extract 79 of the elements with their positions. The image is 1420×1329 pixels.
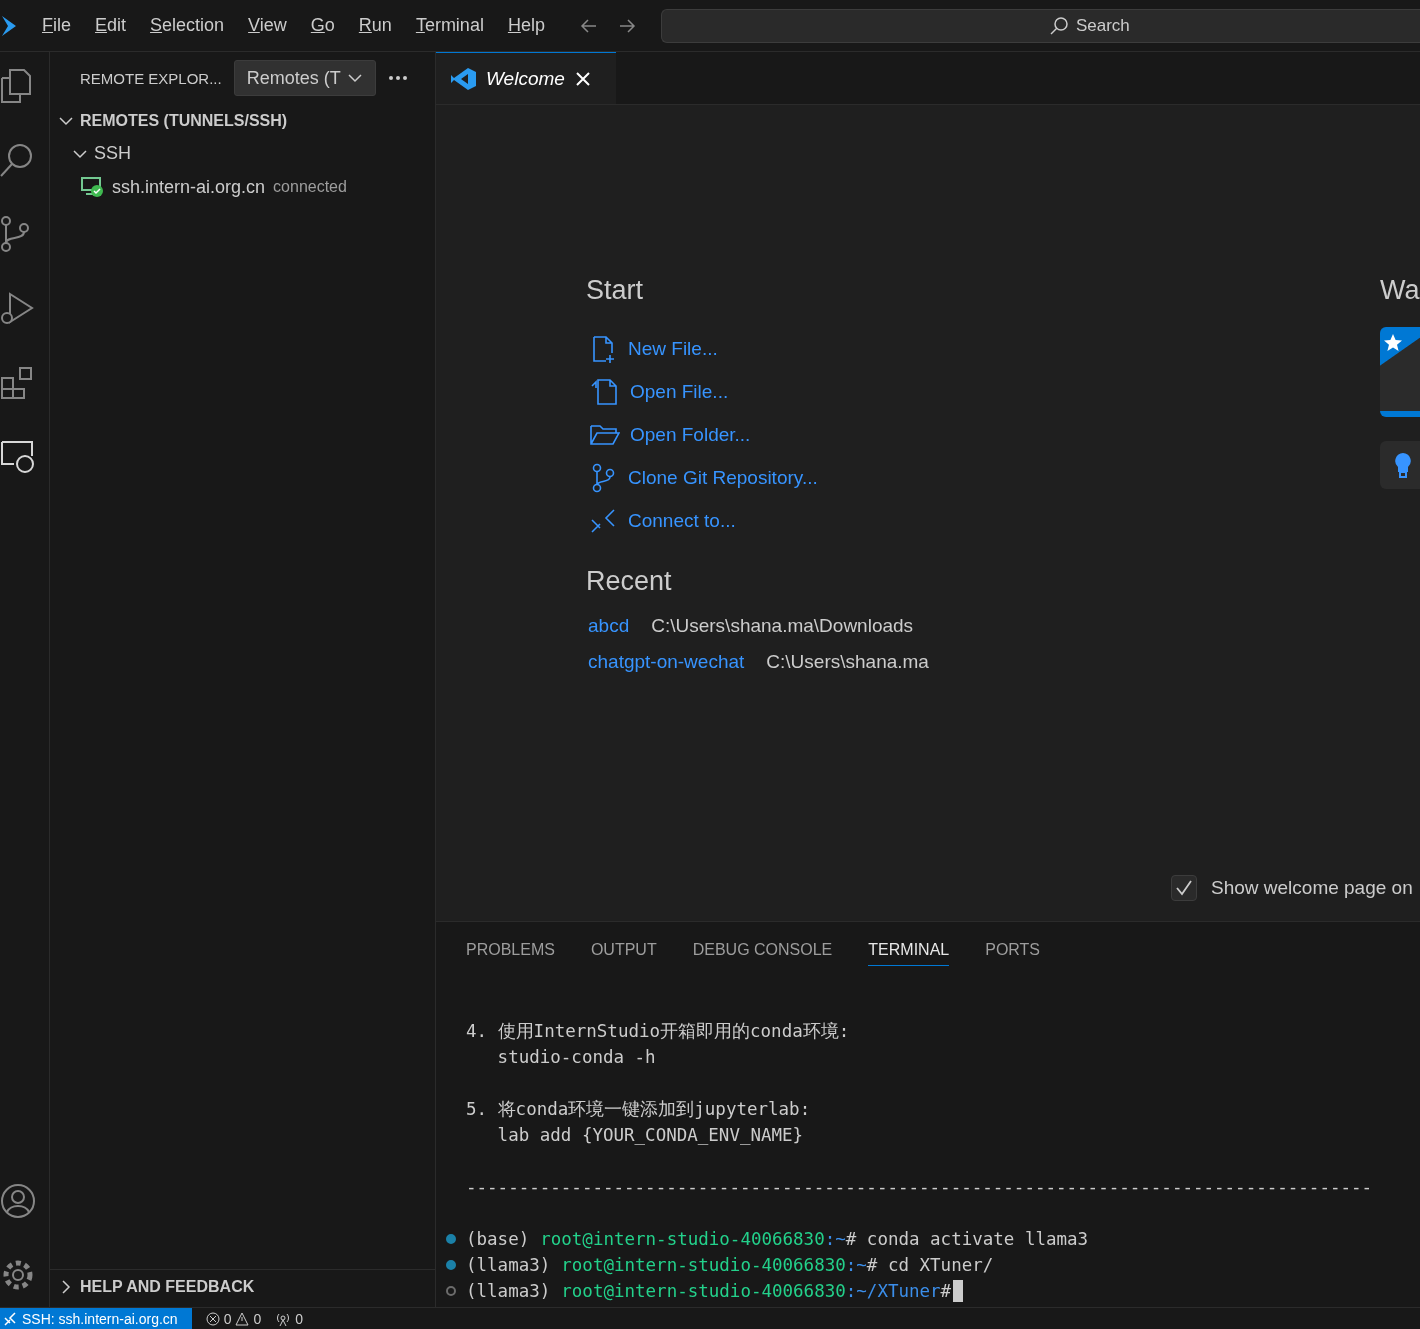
conda-env: (base) (466, 1229, 530, 1249)
panel-tab[interactable]: TERMINAL (868, 934, 950, 966)
start-link[interactable]: Connect to... (586, 499, 1231, 542)
start-link[interactable]: Open File... (586, 370, 1231, 413)
remote-explorer-icon[interactable] (0, 438, 36, 474)
files-icon[interactable] (0, 68, 32, 104)
host-name[interactable]: ssh.intern-ai.org.cn (112, 176, 266, 198)
ports-status[interactable]: 0 (275, 1310, 303, 1327)
close-icon[interactable] (574, 70, 591, 87)
conda-env: (llama3) (466, 1281, 551, 1301)
warning-icon (235, 1311, 250, 1326)
menu-item[interactable]: Terminal (415, 15, 484, 36)
prompt-user: root@intern-studio-40066830 (561, 1281, 846, 1301)
panel-title: REMOTE EXPLOR... (80, 69, 222, 87)
search-icon[interactable] (0, 142, 34, 178)
tree-item[interactable]: SSH (50, 137, 435, 170)
panel-tab[interactable]: DEBUG CONSOLE (692, 934, 833, 966)
terminal-command: # (940, 1281, 952, 1301)
prompt-user: root@intern-studio-40066830 (561, 1255, 846, 1275)
section-title: Recent (586, 566, 673, 598)
section-header[interactable]: REMOTES (TUNNELS/SSH) (50, 104, 435, 137)
walkthrough-card[interactable] (1380, 327, 1420, 417)
terminal-text: -------------------------------------------------------------------------------------- (466, 1177, 1373, 1197)
source-control-icon[interactable] (0, 216, 30, 252)
menu-item[interactable]: Selection (150, 15, 225, 36)
prompt-path: :~ (824, 1229, 846, 1249)
terminal-cursor (953, 1280, 964, 1302)
remote-status[interactable]: SSH: ssh.intern-ai.org.cn (0, 1308, 192, 1329)
run-debug-icon[interactable] (0, 290, 34, 326)
extensions-icon[interactable] (0, 364, 34, 400)
menu-item[interactable]: Edit (95, 15, 127, 36)
star-icon (1383, 333, 1403, 353)
checkbox-label: Show welcome page on (1211, 877, 1413, 899)
checkbox[interactable] (1171, 875, 1197, 901)
terminal-text: studio-conda -h (496, 1047, 656, 1067)
open-file-icon (590, 377, 620, 406)
search-icon (1048, 15, 1069, 36)
menu-item[interactable]: View (248, 15, 287, 36)
panel-tab[interactable]: PORTS (985, 934, 1041, 966)
menu-item[interactable]: Run (358, 15, 392, 36)
more-icon[interactable] (387, 75, 408, 81)
lightbulb-icon (1394, 452, 1412, 478)
start-link[interactable]: Open Folder... (586, 413, 1231, 456)
remote-icon (4, 1311, 16, 1326)
editor-tab[interactable]: Welcome (436, 52, 616, 104)
panel-tab[interactable]: OUTPUT (590, 934, 657, 966)
problems-status[interactable]: 0 0 (205, 1310, 262, 1327)
menu-item[interactable]: Go (310, 15, 335, 36)
account-icon[interactable] (0, 1183, 36, 1219)
menu-item[interactable]: File (42, 15, 71, 36)
connection-status: connected (273, 178, 347, 196)
section-title: Start (586, 275, 645, 307)
recent-path: C:\Users\shana.ma (766, 651, 929, 673)
recent-link[interactable]: abcd (586, 615, 630, 637)
connected-monitor-icon (80, 176, 104, 198)
search-field[interactable]: Search (660, 8, 1420, 43)
menu-item[interactable]: Help (507, 15, 545, 36)
start-link[interactable]: Clone Git Repository... (586, 456, 1231, 499)
prompt-path: :~ (845, 1255, 867, 1275)
prompt-path: :~/XTuner (845, 1281, 941, 1301)
terminal-text: 4. 使用InternStudio开箱即用的conda环境: (466, 1020, 850, 1043)
recent-link[interactable]: chatgpt-on-wechat (586, 651, 745, 673)
terminal-text: lab add {YOUR_CONDA_ENV_NAME} (496, 1125, 804, 1145)
app-logo-icon (2, 13, 16, 38)
folder-icon (590, 422, 620, 447)
conda-env: (llama3) (466, 1255, 551, 1275)
broadcast-icon (275, 1311, 292, 1326)
panel-tab[interactable]: PROBLEMS (466, 934, 555, 966)
prompt-user: root@intern-studio-40066830 (540, 1229, 825, 1249)
terminal-command: # cd XTuner/ (866, 1255, 994, 1275)
remote-icon (590, 507, 618, 534)
remotes-dropdown[interactable]: Remotes (T (233, 60, 376, 96)
app-logo-icon (450, 66, 476, 91)
error-icon (205, 1311, 220, 1326)
start-link[interactable]: New File... (586, 327, 1231, 370)
terminal-text: 5. 将conda环境一键添加到jupyterlab: (466, 1098, 811, 1121)
section-title: Wa (1380, 275, 1420, 307)
recent-path: C:\Users\shana.ma\Downloads (651, 615, 914, 637)
terminal-command: # conda activate llama3 (845, 1229, 1089, 1249)
